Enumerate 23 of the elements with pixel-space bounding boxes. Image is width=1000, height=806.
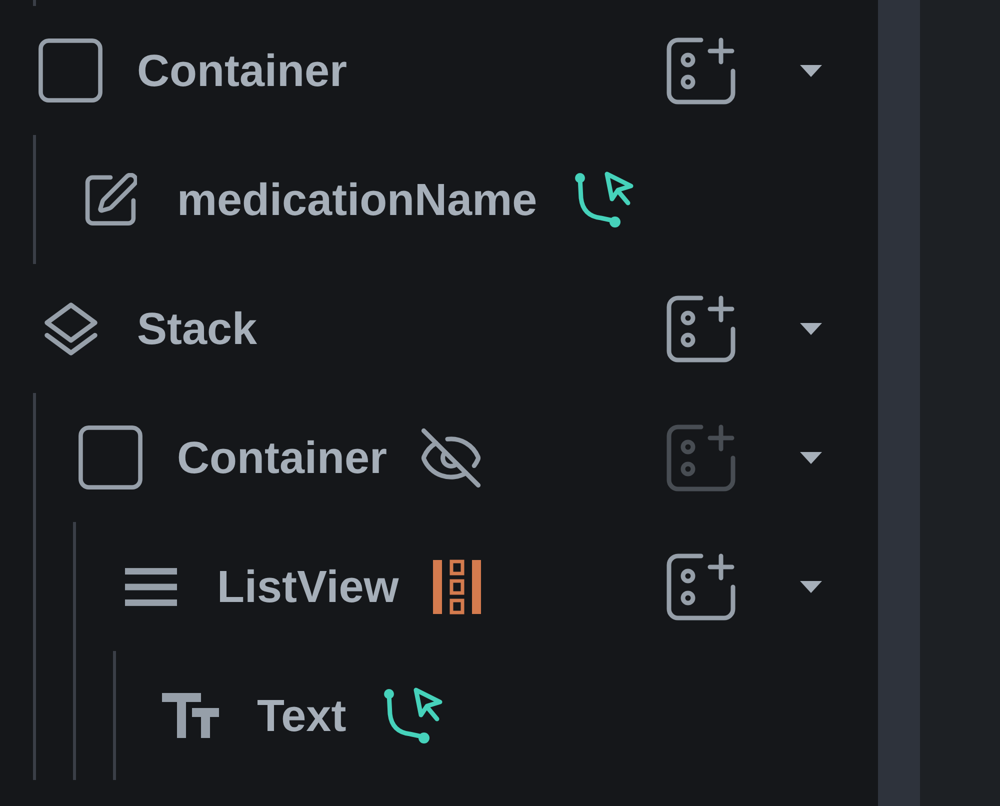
add-widget-icon: [666, 424, 736, 492]
pencil-square-icon: [84, 173, 136, 226]
caret-icon: [800, 452, 822, 464]
square-icon: [78, 425, 143, 490]
square-icon: [38, 38, 103, 103]
tree-item-label[interactable]: ListView: [217, 560, 399, 612]
add-child-button[interactable]: [666, 294, 736, 362]
caret-icon: [800, 580, 822, 592]
text-size-icon: [162, 693, 219, 738]
add-widget-icon: [666, 552, 736, 620]
list-icon: [124, 568, 176, 606]
tree-item-label[interactable]: Text: [257, 690, 346, 742]
tree-item-label[interactable]: Stack: [137, 302, 258, 354]
add-child-button[interactable]: [666, 552, 736, 620]
add-child-button[interactable]: [666, 36, 736, 104]
caret-icon: [800, 322, 822, 334]
add-widget-icon: [666, 294, 736, 362]
tree-item-label[interactable]: medicationName: [177, 174, 538, 226]
caret-icon: [800, 64, 822, 76]
tree-item-label[interactable]: Container: [177, 432, 388, 484]
layers-icon: [44, 302, 98, 356]
tree-item-label[interactable]: Container: [137, 44, 348, 96]
add-widget-icon: [666, 36, 736, 104]
